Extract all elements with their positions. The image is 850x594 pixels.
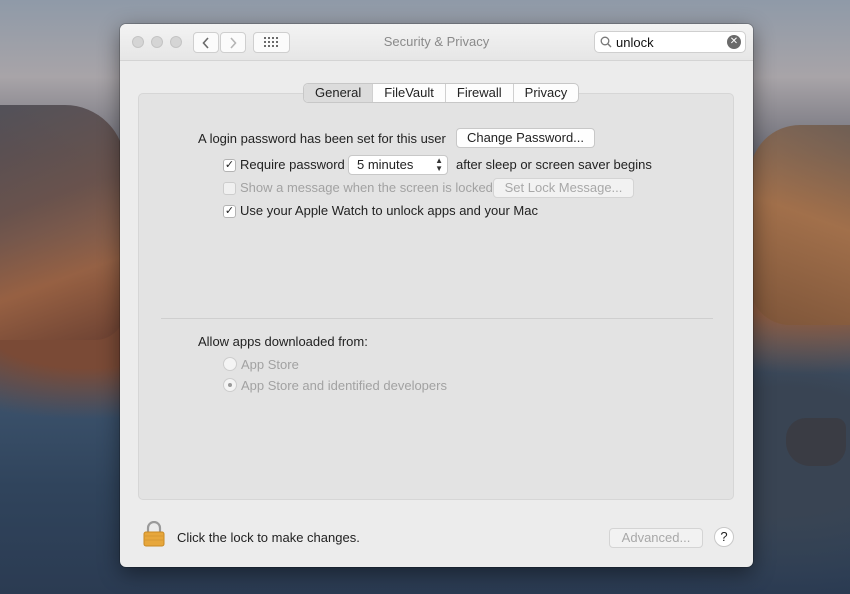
wallpaper-stone [786, 418, 846, 466]
lock-icon[interactable] [143, 521, 165, 547]
set-lock-message-button[interactable]: Set Lock Message... [493, 178, 634, 198]
change-password-button[interactable]: Change Password... [456, 128, 595, 148]
lock-hint-text: Click the lock to make changes. [177, 530, 360, 545]
tab-content-panel: A login password has been set for this u… [138, 93, 734, 500]
wallpaper-rock-left [0, 105, 125, 340]
require-password-checkbox[interactable]: ✓ [223, 159, 236, 172]
preference-tabs: General FileVault Firewall Privacy [303, 83, 580, 103]
search-icon [600, 36, 612, 48]
app-store-label: App Store [241, 357, 299, 372]
title-bar: Security & Privacy unlock ✕ [120, 24, 753, 61]
security-privacy-window: Security & Privacy unlock ✕ A login pass… [120, 24, 753, 567]
clear-search-icon[interactable]: ✕ [727, 35, 741, 49]
tab-general[interactable]: General [304, 84, 374, 102]
allow-apps-heading: Allow apps downloaded from: [198, 334, 368, 349]
radio-selected-dot [228, 383, 232, 387]
apple-watch-checkbox[interactable]: ✓ [223, 205, 236, 218]
password-delay-select[interactable]: 5 minutes ▲ ▼ [348, 155, 448, 175]
app-store-identified-radio[interactable] [223, 378, 237, 392]
show-message-checkbox[interactable] [223, 182, 236, 195]
tab-privacy[interactable]: Privacy [514, 84, 579, 102]
apple-watch-label: Use your Apple Watch to unlock apps and … [240, 203, 538, 218]
section-divider [161, 318, 713, 319]
advanced-button[interactable]: Advanced... [609, 528, 703, 548]
show-message-label: Show a message when the screen is locked [240, 180, 493, 195]
require-password-suffix: after sleep or screen saver begins [456, 157, 652, 172]
login-password-text: A login password has been set for this u… [198, 131, 446, 146]
password-delay-value: 5 minutes [357, 157, 414, 172]
tab-firewall[interactable]: Firewall [446, 84, 514, 102]
require-password-label: Require password [240, 157, 345, 172]
tab-filevault[interactable]: FileVault [373, 84, 446, 102]
search-input[interactable]: unlock [616, 35, 654, 50]
app-store-identified-label: App Store and identified developers [241, 378, 447, 393]
app-store-radio[interactable] [223, 357, 237, 371]
search-field[interactable]: unlock ✕ [594, 31, 746, 53]
help-button[interactable]: ? [714, 527, 734, 547]
updown-arrows-icon: ▲ ▼ [435, 156, 443, 173]
wallpaper-rock-right [750, 125, 850, 325]
